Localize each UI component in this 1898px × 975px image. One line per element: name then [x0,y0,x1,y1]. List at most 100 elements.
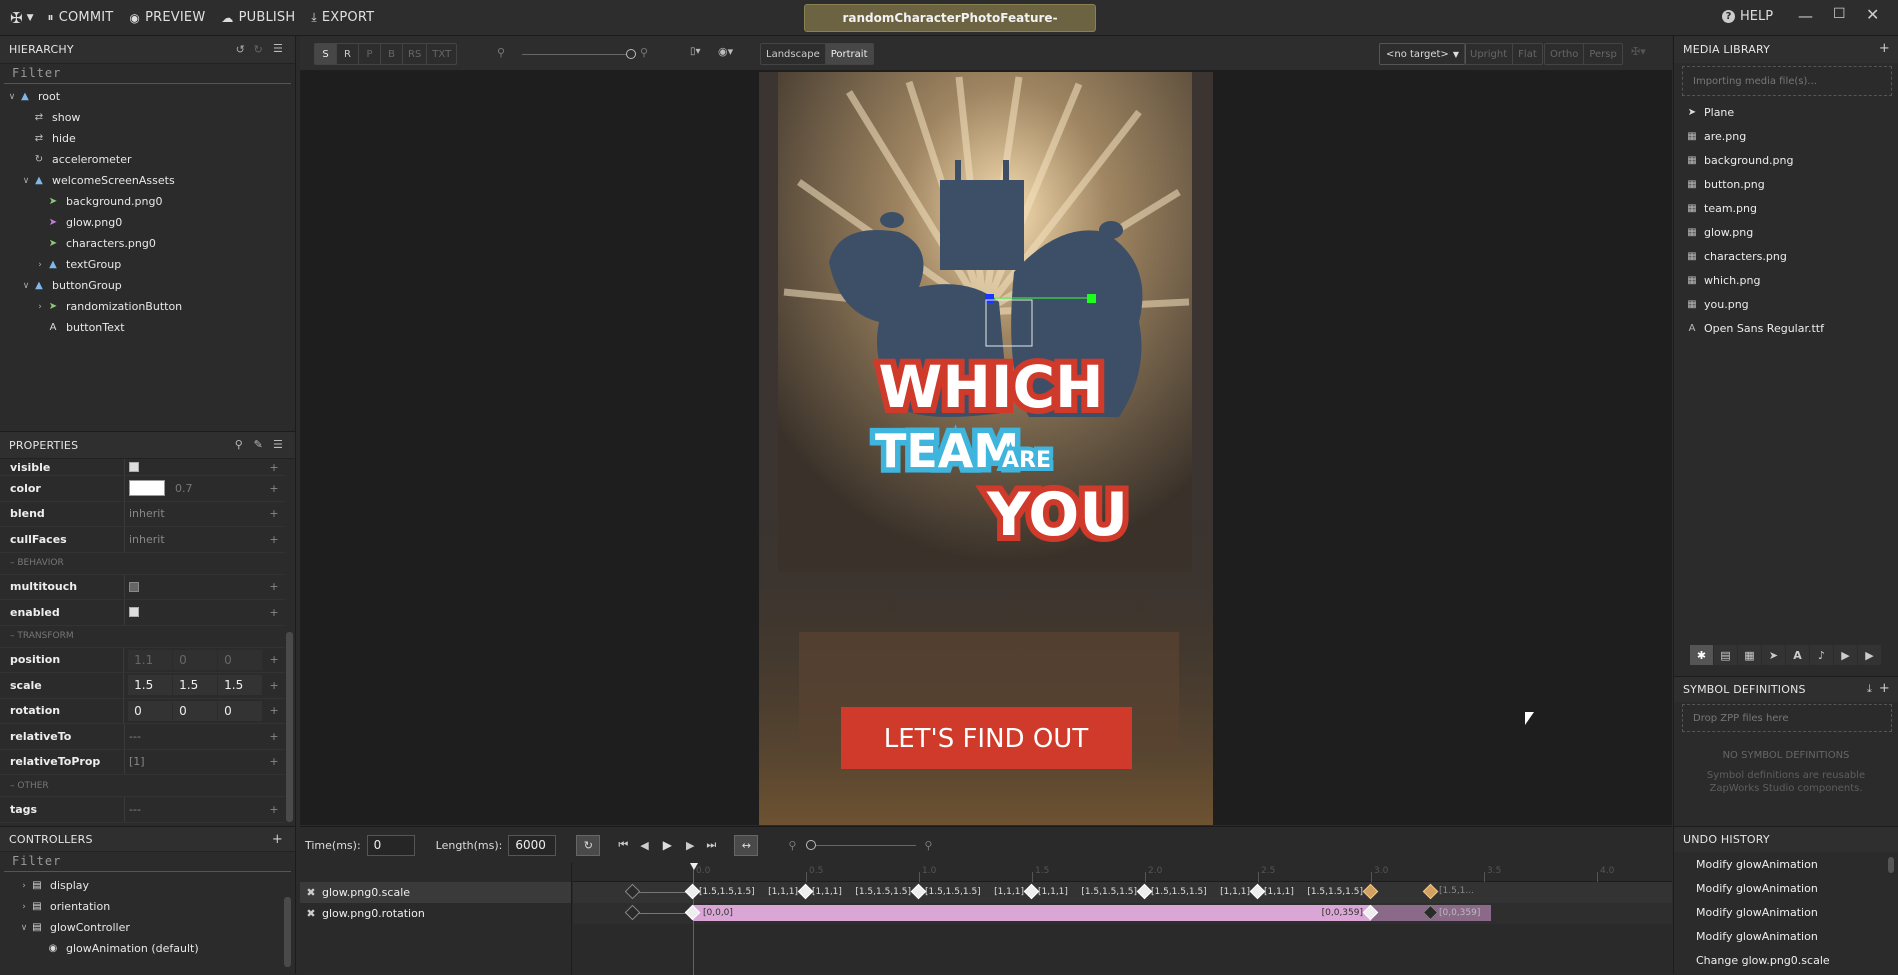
minimize-icon[interactable]: — [1798,7,1813,25]
device-dropdown[interactable]: ▯▾ [690,46,701,57]
chevron-right-icon[interactable]: › [18,902,30,912]
hierarchy-item[interactable]: ∨ ▲ welcomeScreenAssets [0,170,295,191]
zoom-slider[interactable] [522,49,636,59]
add-icon[interactable]: + [263,482,285,495]
hierarchy-item[interactable]: › ➤ randomizationButton [0,296,295,317]
hierarchy-item[interactable]: ↻ accelerometer [0,149,295,170]
segment-button[interactable]: TXT [427,44,456,64]
undo-item[interactable]: Modify glowAnimation [1674,900,1898,924]
hierarchy-item[interactable]: ➤ characters.png0 [0,233,295,254]
rotation-y-input[interactable]: 0 [173,700,218,721]
zoom-out-icon[interactable]: ⚲ [497,46,505,59]
media-item[interactable]: ▦ button.png [1674,172,1898,196]
image-filter-icon[interactable]: ▦ [1738,645,1761,665]
scale-x-input[interactable]: 1.5 [128,675,173,696]
section-other[interactable]: – OTHER [0,775,285,797]
device-preview-frame[interactable]: WHICH TEAM ARE YOU LET'S FIND OUT [759,72,1213,825]
fit-icon[interactable]: ↔ [734,834,759,856]
rotation-segment[interactable]: [0,0,0] [0,0,359] [693,905,1371,921]
hierarchy-item[interactable]: › ▲ textGroup [0,254,295,275]
media-item[interactable]: ▦ background.png [1674,148,1898,172]
position-y-input[interactable]: 0 [173,649,218,670]
length-input[interactable]: 6000 [508,834,557,856]
relativetoprop-value[interactable]: [1] [125,750,263,775]
add-icon[interactable]: + [263,507,285,520]
step-forward-icon[interactable]: ▶ [686,839,694,852]
skip-start-icon[interactable]: ⏮ [618,838,628,852]
chevron-down-icon[interactable]: ∨ [18,923,30,933]
zpp-drop-zone[interactable]: Drop ZPP files here [1682,704,1892,732]
chevron-right-icon[interactable]: › [18,881,30,891]
media-item[interactable]: ▦ glow.png [1674,220,1898,244]
skip-end-icon[interactable]: ⏭ [706,838,716,852]
controller-item[interactable]: › ▤ orientation [0,896,295,917]
controllers-filter-input[interactable]: Filter [4,854,291,872]
scale-segment[interactable]: [1,1,1] [1.5,1.5,1.5] [812,884,913,900]
segment-button[interactable]: RS [403,44,428,64]
add-icon[interactable]: + [263,533,285,546]
segment-button[interactable]: P [359,44,381,64]
add-icon[interactable]: + [263,803,285,816]
add-icon[interactable]: + [263,704,285,717]
add-icon[interactable]: + [272,832,283,847]
scale-segment[interactable]: [1.5,1.5,1.5] [1,1,1] [699,884,800,900]
hierarchy-item[interactable]: ⇄ show [0,107,295,128]
remove-track-icon[interactable]: ✖ [300,886,322,899]
undo-item[interactable]: Change glow.png0.scale [1674,948,1898,972]
loop-icon[interactable]: ↻ [576,834,601,856]
controller-child-item[interactable]: ◉ glowAnimation (default) [0,938,295,959]
media-item[interactable]: ▦ you.png [1674,292,1898,316]
add-icon[interactable]: + [263,461,285,474]
chevron-right-icon[interactable]: › [34,302,46,312]
target-dropdown[interactable]: <no target> ▼ [1379,43,1466,65]
color-swatch[interactable] [129,480,165,497]
zoom-in-icon[interactable]: ⚲ [640,46,648,59]
track-label-scale[interactable]: ✖ glow.png0.scale [300,882,571,903]
blend-value[interactable]: inherit [125,502,263,527]
scale-segment[interactable]: [1,1,1] [1.5,1.5,1.5] [1038,884,1139,900]
media-item[interactable]: A Open Sans Regular.ttf [1674,316,1898,340]
controller-item[interactable]: ∨ ▤ glowController [0,917,295,938]
scale-segment[interactable]: [1,1,1] [1.5,1.5,1.5] [1264,884,1365,900]
menu-icon[interactable]: ☰ [273,42,283,55]
portrait-button[interactable]: Portrait [825,44,873,64]
search-icon[interactable]: ⚲ [235,438,243,451]
remove-track-icon[interactable]: ✖ [300,907,322,920]
edit-icon[interactable]: ✎ [254,438,263,451]
redo-icon[interactable]: ↻ [254,43,263,56]
hierarchy-item[interactable]: ∨ ▲ buttonGroup [0,275,295,296]
menu-icon[interactable]: ☰ [273,438,283,451]
audio-filter-icon[interactable]: ♪ [1810,645,1833,665]
chevron-down-icon[interactable]: ∨ [20,281,32,291]
cullfaces-value[interactable]: inherit [125,527,263,552]
display-dropdown[interactable]: ◉▾ [718,45,733,58]
rotation-z-input[interactable]: 0 [218,700,263,721]
close-icon[interactable]: ✕ [1866,5,1879,24]
media-item[interactable]: ▦ are.png [1674,124,1898,148]
timeline-zoom-slider[interactable] [806,839,917,850]
hierarchy-item[interactable]: ➤ glow.png0 [0,212,295,233]
hierarchy-item[interactable]: ⇄ hide [0,128,295,149]
tags-value[interactable]: --- [125,797,263,822]
section-transform[interactable]: – TRANSFORM [0,626,285,648]
font-filter-icon[interactable]: A [1786,645,1809,665]
hierarchy-item[interactable]: ➤ background.png0 [0,191,295,212]
segment-button[interactable]: R [337,44,359,64]
timeline-zoom-handle[interactable] [806,839,817,850]
add-icon[interactable]: + [263,755,285,768]
media-item[interactable]: ▦ team.png [1674,196,1898,220]
commit-button[interactable]: ⏸ COMMIT [48,10,114,25]
segment-button[interactable]: Flat [1513,44,1542,64]
controllers-scrollbar[interactable] [284,897,291,967]
play-icon[interactable]: ▶ [663,838,672,852]
chevron-down-icon[interactable]: ∨ [20,176,32,186]
file-filter-icon[interactable]: ▤ [1714,645,1737,665]
all-filter-icon[interactable]: ✱ [1690,645,1713,665]
gizmo-icon[interactable]: ✠▾ [1631,45,1646,58]
undo-item[interactable]: Modify glowAnimation [1674,876,1898,900]
timeline-ruler[interactable]: 0.00.51.01.52.02.53.03.54.04.55.05.5 [573,863,1672,882]
time-input[interactable]: 0 [366,834,415,856]
import-drop-zone[interactable]: Importing media file(s)... [1682,66,1892,96]
find-out-button-label[interactable]: LET'S FIND OUT [884,724,1089,754]
segment-button[interactable]: Upright [1465,44,1514,64]
